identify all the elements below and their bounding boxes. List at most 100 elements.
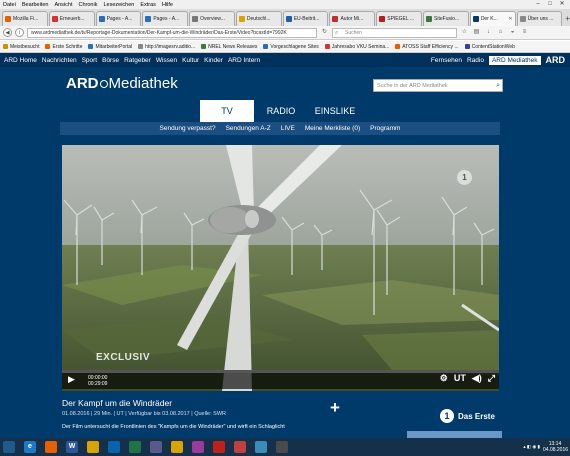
subtitles-button[interactable]: UT [454, 373, 466, 384]
browser-tab[interactable]: Erneuerb... [48, 11, 95, 26]
topnav-link[interactable]: Sport [82, 57, 98, 64]
volume-icon[interactable]: ◀) [472, 373, 482, 384]
browser-tab[interactable]: SiteFusio... [423, 11, 469, 26]
taskbar-app11-icon[interactable] [234, 441, 246, 453]
subnav-sendungen-az[interactable]: Sendungen A-Z [226, 125, 271, 132]
tab-favicon-icon [472, 16, 479, 22]
add-to-watchlist-icon[interactable]: + [330, 398, 340, 418]
topnav-radio[interactable]: Radio [467, 57, 484, 64]
browser-tab[interactable]: EU-Beitrit... [282, 11, 329, 26]
browser-tab[interactable]: Mozilla Fi... [2, 11, 48, 26]
close-tab-icon[interactable]: ✕ [508, 16, 512, 22]
menu-item[interactable]: Ansicht [54, 2, 72, 8]
menu-item[interactable]: Lesezeichen [103, 2, 134, 8]
subnav-merkliste[interactable]: Meine Merkliste (0) [305, 125, 360, 132]
browser-tab[interactable]: Overview... [189, 11, 235, 26]
menu-item[interactable]: Bearbeiten [22, 2, 49, 8]
topnav-link[interactable]: Kultur [182, 57, 199, 64]
recommend-button[interactable] [407, 431, 502, 438]
menu-item[interactable]: Datei [3, 2, 16, 8]
browser-tab[interactable]: Der K... ✕ [469, 11, 516, 26]
tab-label: Autor Mi... [340, 16, 364, 22]
bookmark-item[interactable]: NREL News Releases [201, 44, 257, 50]
info-icon[interactable]: i [15, 28, 24, 37]
taskbar-app13-icon[interactable] [276, 441, 288, 453]
taskbar-ie-icon[interactable]: e [24, 441, 36, 453]
tab-radio[interactable]: RADIO [254, 100, 308, 122]
mediathek-logo[interactable]: ARD Mediathek [66, 75, 178, 92]
taskbar-app7-icon[interactable] [150, 441, 162, 453]
mediathek-search-input[interactable]: Suche in der ARD Mediathek ⌕ [373, 79, 503, 92]
taskbar-firefox-icon[interactable] [45, 441, 57, 453]
bookmark-item[interactable]: http://imagesrv.aditio... [138, 44, 195, 50]
taskbar-start-icon[interactable] [3, 441, 15, 453]
menu-item[interactable]: Chronik [79, 2, 98, 8]
topnav-link[interactable]: Börse [102, 57, 119, 64]
subnav-sendung-verpasst[interactable]: Sendung verpasst? [160, 125, 216, 132]
bookmark-item[interactable]: Vorgeschlagene Sites [263, 44, 319, 50]
logo-circle-icon [99, 80, 108, 89]
subnav-programm[interactable]: Programm [370, 125, 400, 132]
das-erste-logo[interactable]: 1 Das Erste [440, 409, 495, 423]
play-button[interactable]: ▶ [68, 374, 78, 386]
maximize-icon[interactable]: □ [544, 0, 556, 9]
bookmark-item[interactable]: Erste Schritte [45, 44, 82, 50]
settings-gear-icon[interactable]: ⚙ [440, 373, 448, 384]
tab-favicon-icon [519, 16, 526, 22]
subnav-live[interactable]: LIVE [281, 125, 295, 132]
home-icon[interactable]: ⌂ [496, 28, 505, 37]
search-field[interactable]: ⌕ Suchen [332, 27, 457, 38]
browser-tab[interactable]: Pages - A... [142, 11, 189, 26]
browser-tab[interactable]: Deutschl... [235, 11, 282, 26]
ard-badge[interactable]: ARD [546, 55, 566, 65]
search-icon[interactable]: ⌕ [496, 80, 500, 92]
browser-tab[interactable]: Autor Mi... [329, 11, 376, 26]
browser-tab[interactable]: SPIEGEL ... [376, 11, 423, 26]
topnav-link[interactable]: Wissen [156, 57, 177, 64]
reload-icon[interactable]: ↻ [320, 28, 329, 37]
fullscreen-icon[interactable]: ⤢ [488, 373, 495, 384]
minimize-icon[interactable]: – [532, 0, 544, 9]
taskbar-app9-icon[interactable] [192, 441, 204, 453]
close-icon[interactable]: ✕ [556, 0, 568, 9]
bookmarks-icon[interactable]: ▤ [472, 28, 481, 37]
tray-icons[interactable]: ▴ ◧ ◉ ▮ [523, 444, 540, 450]
video-meta: 01.08.2016 | 29 Min. | UT | Verfügbar bi… [62, 411, 226, 417]
bookmark-item[interactable]: Jahresabo VKU Semina... [324, 44, 389, 50]
taskbar-explorer-icon[interactable] [87, 441, 99, 453]
url-field[interactable]: www.ardmediathek.de/tv/Reportage-Dokumen… [27, 27, 317, 38]
menu-item[interactable]: Hilfe [162, 2, 173, 8]
tab-tv[interactable]: TV [200, 100, 254, 122]
topnav-link[interactable]: Ratgeber [124, 57, 151, 64]
taskbar-word-icon[interactable]: W [66, 441, 78, 453]
bookmark-item[interactable]: ATOSS Staff Efficiency ... [395, 44, 459, 50]
pocket-icon[interactable]: ◒ [508, 28, 517, 37]
topnav-link[interactable]: Kinder [204, 57, 223, 64]
topnav-link[interactable]: Nachrichten [42, 57, 77, 64]
browser-tab[interactable]: Über uns ... [516, 11, 563, 26]
taskbar-acrobat-icon[interactable] [213, 441, 225, 453]
topnav-link[interactable]: ARD Home [4, 57, 37, 64]
taskbar-excel-icon[interactable] [129, 441, 141, 453]
taskbar-app12-icon[interactable] [255, 441, 267, 453]
topnav-link[interactable]: ARD Intern [228, 57, 260, 64]
tab-einslike[interactable]: EINSLIKE [308, 100, 362, 122]
topnav-fernsehen[interactable]: Fernsehen [431, 57, 462, 64]
bookmark-item[interactable]: MitarbeiterPortal [88, 44, 132, 50]
bookmark-item[interactable]: Meistbesucht [3, 44, 39, 50]
taskbar-app8-icon[interactable] [171, 441, 183, 453]
clock[interactable]: 13:14 04.08.2016 [543, 441, 568, 453]
bookmark-item[interactable]: ContentStationWeb [464, 44, 515, 50]
download-icon[interactable]: ↓ [484, 28, 493, 37]
star-icon[interactable]: ☆ [460, 28, 469, 37]
new-tab-icon[interactable]: + [565, 14, 570, 23]
browser-tab[interactable]: Pages - A... [95, 11, 142, 26]
taskbar-outlook-icon[interactable] [108, 441, 120, 453]
back-button[interactable]: ◀ [3, 28, 12, 37]
topnav-mediathek[interactable]: ARD Mediathek [488, 55, 541, 65]
tab-label: Erneuerb... [59, 16, 85, 22]
tab-label: Overview... [200, 16, 225, 22]
menu-icon[interactable]: ≡ [520, 28, 529, 37]
progress-bar[interactable] [62, 370, 499, 373]
menu-item[interactable]: Extras [140, 2, 156, 8]
